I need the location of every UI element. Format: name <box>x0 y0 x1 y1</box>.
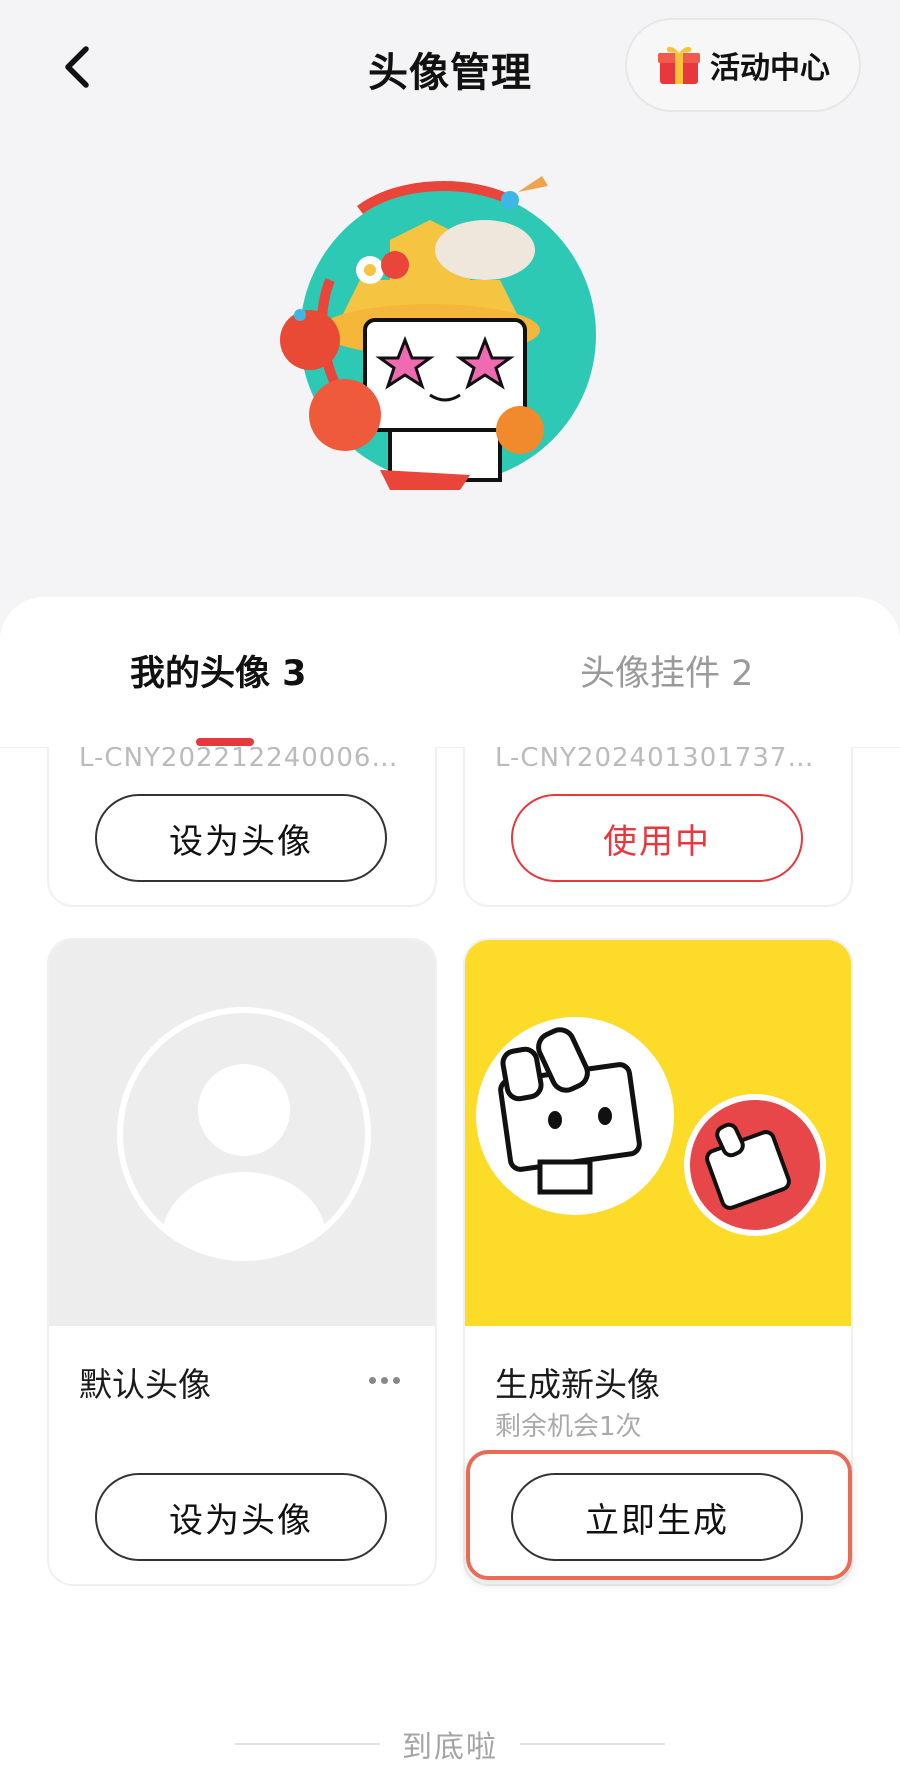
remaining-chances-text: 剩余机会1次 <box>495 1412 642 1442</box>
in-use-button[interactable]: 使用中 <box>511 794 803 882</box>
default-avatar-thumbnail <box>49 940 435 1326</box>
list-end-footer: 到底啦 <box>0 1724 900 1765</box>
set-as-avatar-button[interactable]: 设为头像 <box>95 794 387 882</box>
tab-my-avatars[interactable]: 我的头像 3 <box>130 645 307 696</box>
default-person-icon <box>117 1007 371 1261</box>
tab-active-indicator <box>196 738 254 746</box>
tab-bar: 我的头像 3 头像挂件 2 <box>0 597 900 747</box>
avatar-id-text: L-CNY2022122400060... <box>79 747 409 773</box>
activity-center-button[interactable]: 活动中心 <box>625 18 861 112</box>
generate-highlight-frame <box>466 1450 852 1580</box>
gift-icon <box>658 46 700 84</box>
generate-avatar-thumbnail <box>465 940 851 1326</box>
activity-center-label: 活动中心 <box>710 51 830 86</box>
more-icon[interactable] <box>369 1370 409 1390</box>
tab-avatar-pendants[interactable]: 头像挂件 2 <box>580 645 753 696</box>
card-title: 生成新头像 <box>495 1365 660 1404</box>
set-as-avatar-button[interactable]: 设为头像 <box>95 1473 387 1561</box>
avatar-card[interactable]: L-CNY202401301737O... 使用中 <box>463 747 853 907</box>
card-title: 默认头像 <box>79 1365 211 1404</box>
current-avatar-image[interactable] <box>270 170 610 510</box>
mascot-illustration <box>476 1017 826 1236</box>
avatar-id-text: L-CNY202401301737O... <box>495 747 825 773</box>
page-header-area: 头像管理 活动中心 <box>0 0 900 600</box>
default-avatar-card[interactable]: 默认头像 设为头像 <box>47 938 437 1586</box>
footer-divider-right <box>520 1743 665 1745</box>
end-of-list-text: 到底啦 <box>402 1730 498 1765</box>
footer-divider-left <box>235 1743 380 1745</box>
avatar-card[interactable]: L-CNY2022122400060... 设为头像 <box>47 747 437 907</box>
